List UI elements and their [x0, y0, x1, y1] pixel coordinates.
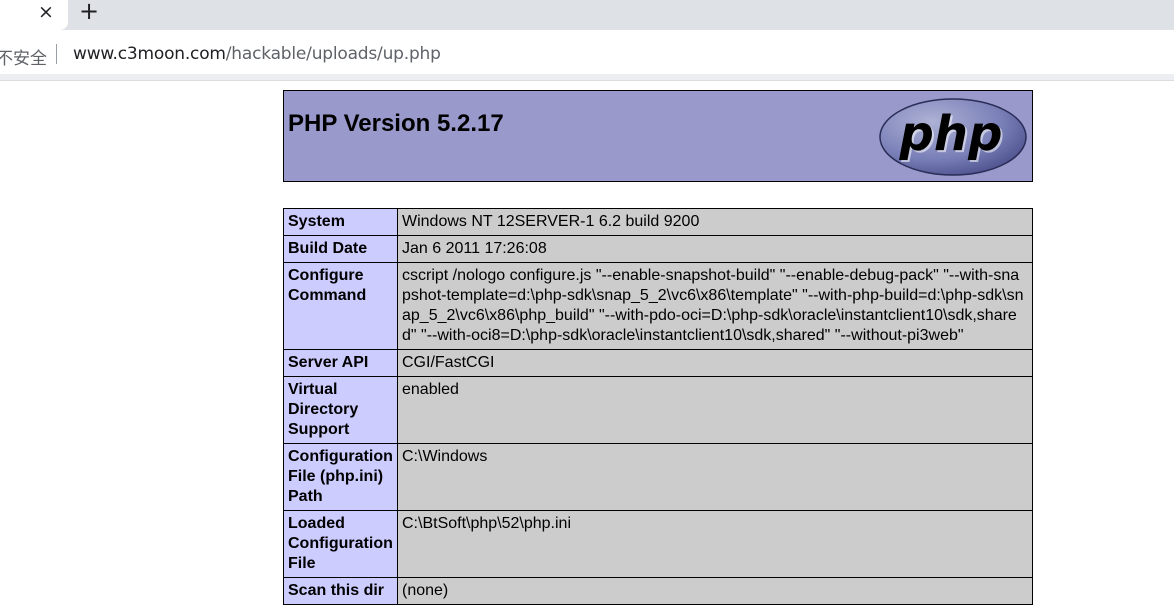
url-field[interactable]: www.c3moon.com/hackable/uploads/up.php: [73, 44, 441, 64]
info-table: System Windows NT 12SERVER-1 6.2 build 92…: [283, 208, 1033, 605]
table-row: Configuration File (php.ini) Path C:\Wind…: [283, 443, 1033, 511]
table-row: Scan this dir (none): [283, 577, 1033, 605]
table-row: Virtual Directory Support enabled: [283, 376, 1033, 444]
row-label: Build Date: [283, 235, 398, 263]
url-path: /hackable/uploads/up.php: [225, 44, 441, 64]
new-tab-icon[interactable]: +: [78, 0, 100, 23]
row-value: enabled: [397, 376, 1033, 444]
logo-text: php: [899, 106, 1003, 162]
row-label: Configuration File (php.ini) Path: [283, 443, 398, 511]
toolbar-divider: [0, 74, 1174, 81]
php-header: PHP Version 5.2.17 php php: [283, 90, 1033, 182]
address-bar[interactable]: 不安全 www.c3moon.com/hackable/uploads/up.p…: [0, 30, 1174, 74]
row-label: System: [283, 208, 398, 236]
url-host: www.c3moon.com: [73, 44, 226, 64]
row-value: C:\Windows: [397, 443, 1033, 511]
row-value: Jan 6 2011 17:26:08: [397, 235, 1033, 263]
row-label: Server API: [283, 349, 398, 377]
divider: [56, 44, 57, 64]
table-row: System Windows NT 12SERVER-1 6.2 build 92…: [283, 208, 1033, 236]
row-label: Loaded Configuration File: [283, 510, 398, 578]
row-label: Virtual Directory Support: [283, 376, 398, 444]
php-logo[interactable]: php php: [878, 97, 1028, 177]
table-row: Build Date Jan 6 2011 17:26:08: [283, 235, 1033, 263]
table-row: Configure Command cscript /nologo configu…: [283, 262, 1033, 350]
row-value: Windows NT 12SERVER-1 6.2 build 9200: [397, 208, 1033, 236]
active-tab[interactable]: ×: [0, 0, 68, 30]
page-title: PHP Version 5.2.17: [288, 110, 504, 137]
security-indicator[interactable]: 不安全: [0, 44, 47, 69]
row-label: Scan this dir: [283, 577, 398, 605]
row-value: C:\BtSoft\php\52\php.ini: [397, 510, 1033, 578]
table-row: Loaded Configuration File C:\BtSoft\php\5…: [283, 510, 1033, 578]
table-row: Server API CGI/FastCGI: [283, 349, 1033, 377]
phpinfo-content: PHP Version 5.2.17 php php System Windows…: [283, 90, 1033, 605]
close-icon[interactable]: ×: [36, 2, 56, 22]
row-value: CGI/FastCGI: [397, 349, 1033, 377]
row-value: cscript /nologo configure.js "--enable-s…: [397, 262, 1033, 350]
row-label: Configure Command: [283, 262, 398, 350]
row-value: (none): [397, 577, 1033, 605]
tab-strip: × +: [0, 0, 1174, 30]
